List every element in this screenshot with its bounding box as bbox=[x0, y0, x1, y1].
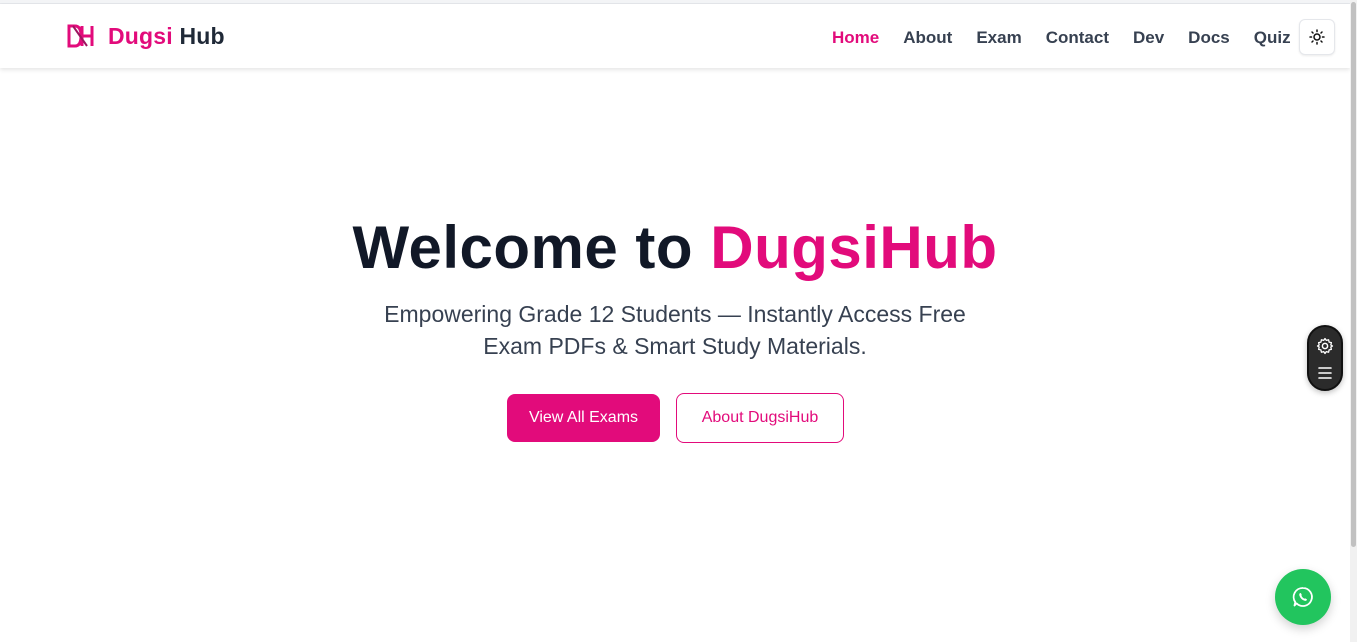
nav-about[interactable]: About bbox=[891, 24, 964, 52]
page-scrollbar[interactable] bbox=[1350, 0, 1357, 642]
hero-actions: View All Exams About DugsiHub bbox=[507, 393, 844, 443]
dh-monogram-icon bbox=[67, 24, 94, 48]
gear-icon[interactable] bbox=[1316, 337, 1334, 355]
hero-title-accent: DugsiHub bbox=[710, 214, 998, 281]
theme-toggle-button[interactable] bbox=[1299, 19, 1335, 55]
about-dugsihub-button[interactable]: About DugsiHub bbox=[676, 393, 844, 443]
whatsapp-chat-button[interactable] bbox=[1275, 569, 1331, 625]
brand-name-part1: Dugsi bbox=[108, 22, 173, 49]
scrollbar-thumb[interactable] bbox=[1351, 2, 1356, 547]
hero-title-prefix: Welcome to bbox=[352, 214, 694, 281]
brand-name: Dugsi Hub bbox=[108, 23, 225, 50]
hero-title: Welcome to DugsiHub bbox=[0, 215, 1350, 281]
hero-section: Welcome to DugsiHub Empowering Grade 12 … bbox=[0, 68, 1350, 642]
main-nav: Home About Exam Contact Dev Docs Quiz bbox=[820, 24, 1303, 52]
brand-name-part2: Hub bbox=[179, 22, 225, 49]
nav-exam[interactable]: Exam bbox=[964, 24, 1033, 52]
brand[interactable]: Dugsi Hub bbox=[67, 22, 225, 50]
sun-icon bbox=[1309, 29, 1325, 45]
hamburger-icon[interactable] bbox=[1317, 366, 1333, 380]
view-all-exams-button[interactable]: View All Exams bbox=[507, 394, 660, 442]
nav-docs[interactable]: Docs bbox=[1176, 24, 1242, 52]
nav-home[interactable]: Home bbox=[820, 24, 891, 52]
whatsapp-icon bbox=[1292, 587, 1313, 607]
nav-contact[interactable]: Contact bbox=[1034, 24, 1121, 52]
navbar: Dugsi Hub Home About Exam Contact Dev Do… bbox=[0, 4, 1350, 68]
hero-subtitle: Empowering Grade 12 Students — Instantly… bbox=[384, 301, 966, 359]
nav-quiz[interactable]: Quiz bbox=[1242, 24, 1303, 52]
floating-side-widget bbox=[1307, 325, 1343, 391]
nav-dev[interactable]: Dev bbox=[1121, 24, 1176, 52]
